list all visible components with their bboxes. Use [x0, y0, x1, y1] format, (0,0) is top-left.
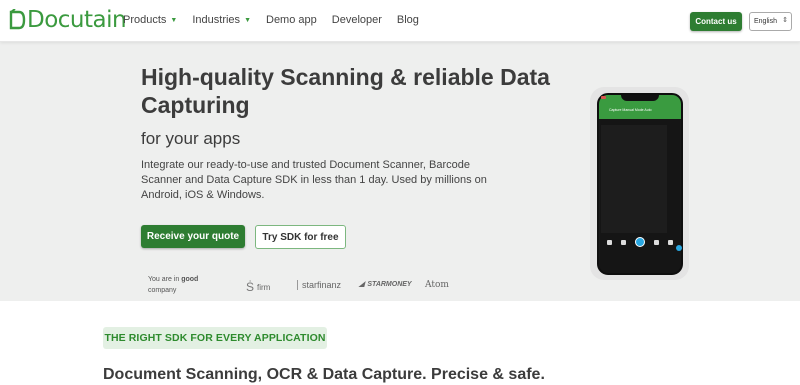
company-bold: good: [181, 276, 199, 283]
partner-firm-label: firm: [257, 282, 271, 292]
sparkasse-icon: Ṡ: [246, 280, 255, 294]
auto-icon: [667, 239, 673, 245]
nav-blog-label: Blog: [396, 14, 419, 26]
recording-icon: [601, 96, 606, 99]
partner-starfinanz-logo: starfinanz: [297, 280, 341, 290]
logo-text: Docutain: [27, 7, 127, 33]
nav-products[interactable]: Products ▼: [123, 14, 177, 26]
shutter-icon: [634, 237, 645, 247]
site-header: Docutain Products ▼ Industries ▼ Demo ap…: [0, 0, 800, 42]
company-prefix: You are in: [148, 276, 180, 283]
nav-industries[interactable]: Industries ▼: [192, 14, 251, 26]
grid-icon: [607, 239, 613, 245]
chevron-down-icon: ▼: [244, 16, 251, 24]
contact-us-button[interactable]: Contact us: [690, 12, 742, 31]
flash-icon: [653, 239, 659, 245]
good-company-label: You are in good company: [148, 274, 208, 296]
hero-headline: High-quality Scanning & reliable Data Ca…: [141, 64, 550, 118]
nav-developer[interactable]: Developer: [332, 14, 382, 26]
phone-notch: [621, 95, 659, 101]
phone-app-bar: Capture Manual Mode Auto: [599, 95, 681, 119]
phone-toolbar: [599, 237, 681, 247]
language-value: English: [754, 18, 777, 25]
main-nav: Products ▼ Industries ▼ Demo app Develop…: [123, 14, 434, 26]
phone-mockup: Capture Manual Mode Auto: [597, 93, 683, 275]
chevron-updown-icon: ⇕: [782, 17, 788, 24]
nav-developer-label: Developer: [331, 14, 382, 26]
folder-icon: [621, 239, 627, 245]
hero-subheadline: for your apps: [141, 129, 241, 148]
nav-products-label: Products: [123, 14, 167, 26]
section-title: Document Scanning, OCR & Data Capture. P…: [103, 366, 545, 383]
nav-demo-app[interactable]: Demo app: [266, 14, 317, 26]
docutain-logo[interactable]: Docutain: [8, 6, 127, 34]
receive-quote-button[interactable]: Receive your quote: [141, 225, 245, 248]
nav-blog[interactable]: Blog: [397, 14, 419, 26]
phone-camera-preview: [601, 125, 667, 233]
company-suffix: company: [148, 287, 177, 294]
chevron-down-icon: ▼: [170, 16, 178, 24]
starmoney-swoosh-icon: ◢: [359, 281, 365, 288]
hero-description: Integrate our ready-to-use and trusted D…: [141, 159, 487, 201]
section-badge: THE RIGHT SDK FOR EVERY APPLICATION: [103, 327, 327, 349]
partner-starmoney-label: STARMONEY: [367, 280, 412, 288]
partner-atom-logo: Atom: [425, 280, 449, 290]
nav-industries-label: Industries: [192, 14, 241, 26]
scroll-indicator-icon: [676, 245, 682, 251]
logo-icon: [9, 9, 26, 30]
partner-starmoney-logo: ◢ STARMONEY: [359, 280, 412, 289]
try-sdk-button[interactable]: Try SDK for free: [255, 225, 346, 249]
partner-firm-logo: Ṡ firm: [246, 280, 270, 294]
language-select[interactable]: English ⇕: [749, 12, 792, 31]
phone-app-title: Capture Manual Mode Auto: [609, 108, 652, 112]
nav-demo-app-label: Demo app: [266, 14, 317, 26]
